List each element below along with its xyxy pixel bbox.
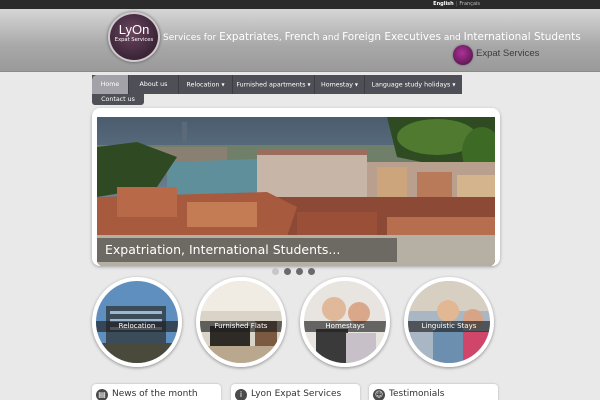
nav-item-contact[interactable]: Contact us: [92, 94, 144, 105]
chevron-down-icon: ▼: [307, 82, 311, 87]
nav-label: Home: [100, 81, 120, 88]
nav-item-about[interactable]: About us: [129, 75, 179, 94]
tagline-keyword: International Students: [463, 31, 581, 43]
chevron-down-icon: ▼: [221, 82, 225, 87]
tagline-part: and: [440, 33, 464, 43]
box-title: Lyon Expat Services: [251, 389, 342, 399]
nav-item-home[interactable]: Home: [92, 75, 129, 94]
about-box[interactable]: i Lyon Expat Services: [231, 384, 360, 400]
nav-item-language-study[interactable]: Language study holidays ▼: [365, 75, 462, 94]
slider-dot[interactable]: [308, 268, 315, 275]
site-logo[interactable]: LyOn Expat Services: [108, 12, 160, 62]
nav-item-relocation[interactable]: Relocation ▼: [179, 75, 233, 94]
logo-subtitle: Expat Services: [114, 37, 154, 43]
lang-english[interactable]: English: [433, 1, 454, 7]
tagline-keyword: French: [284, 31, 320, 43]
people-icon: ☺: [373, 389, 385, 400]
nav-label: Furnished apartments: [236, 81, 306, 89]
logo-wordmark: LyOn: [118, 22, 150, 37]
chevron-down-icon: ▼: [452, 82, 456, 87]
chevron-down-icon: ▼: [354, 82, 358, 87]
circle-label: Homestays: [304, 321, 386, 332]
site-tagline: Services for Expatriates, French and For…: [163, 31, 581, 43]
nav-label: Language study holidays: [371, 81, 451, 89]
circle-label: Furnished Flats: [200, 321, 282, 332]
nav-label: Homestay: [320, 81, 353, 89]
hero-slider: Expatriation, International Students...: [92, 108, 500, 266]
testimonials-box[interactable]: ☺ Testimonials: [369, 384, 498, 400]
main-nav: Home About us Relocation ▼ Furnished apar…: [92, 75, 462, 94]
slider-dot[interactable]: [272, 268, 279, 275]
circle-label: Linguistic Stays: [408, 321, 490, 332]
tagline-part: and: [319, 33, 343, 43]
box-title: Testimonials: [389, 389, 445, 399]
tagline-keyword: Expatriates: [219, 31, 279, 43]
lang-french[interactable]: Français: [459, 1, 480, 7]
circle-label: Relocation: [96, 321, 178, 332]
badge-label: Expat Services: [476, 48, 540, 59]
nav-label: About us: [139, 81, 168, 88]
language-switcher: English | Français: [433, 0, 480, 9]
top-bar: English | Français: [0, 0, 600, 9]
circle-homestays[interactable]: Homestays: [300, 277, 390, 367]
circle-relocation[interactable]: Relocation: [92, 277, 182, 367]
nav-item-homestay[interactable]: Homestay ▼: [315, 75, 365, 94]
news-icon: ▤: [96, 389, 108, 400]
nav-label: Relocation: [186, 81, 220, 89]
info-icon: i: [235, 389, 247, 400]
slide-caption: Expatriation, International Students...: [97, 238, 397, 262]
tagline-keyword: Foreign Executives: [342, 31, 441, 43]
hero-slide-image[interactable]: Expatriation, International Students...: [97, 117, 495, 266]
nav-label: Contact us: [101, 96, 135, 103]
slider-dot[interactable]: [296, 268, 303, 275]
tagline-part: Services for: [163, 33, 220, 43]
circle-furnished-flats[interactable]: Furnished Flats: [196, 277, 286, 367]
box-title: News of the month: [112, 389, 198, 399]
lang-separator: |: [455, 1, 458, 7]
slide-caption-text: Expatriation, International Students...: [105, 242, 341, 257]
nav-item-furnished-apartments[interactable]: Furnished apartments ▼: [233, 75, 315, 94]
slider-dot[interactable]: [284, 268, 291, 275]
circle-linguistic-stays[interactable]: Linguistic Stays: [404, 277, 494, 367]
site-header: LyOn Expat Services Services for Expatri…: [0, 9, 600, 72]
expat-services-badge-icon: [453, 45, 473, 65]
news-box[interactable]: ▤ News of the month: [92, 384, 221, 400]
